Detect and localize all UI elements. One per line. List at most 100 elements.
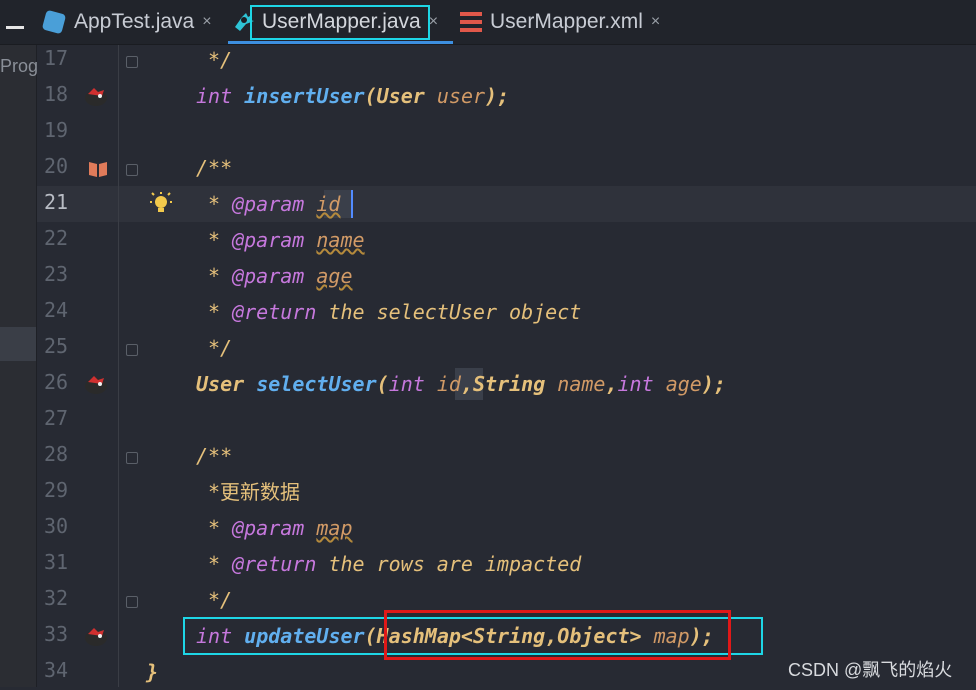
tab-highlight-box bbox=[250, 5, 430, 40]
tab-label: AppTest.java bbox=[74, 10, 195, 33]
comment: /** bbox=[196, 444, 233, 468]
close-icon[interactable]: × bbox=[202, 13, 211, 31]
punct: ); bbox=[485, 84, 510, 108]
fold-marker[interactable] bbox=[126, 452, 138, 464]
comment: * bbox=[208, 300, 221, 324]
comment: * bbox=[208, 516, 221, 540]
line-number: 22 bbox=[44, 226, 69, 250]
editor-tab-bar: AppTest.java × UserMapper.java × UserMap… bbox=[0, 0, 976, 45]
code-line-28[interactable]: /** bbox=[196, 438, 232, 474]
code-line-30[interactable]: * @param map bbox=[208, 510, 353, 546]
keyword: int bbox=[196, 84, 233, 108]
javadoc-param: age bbox=[316, 264, 353, 288]
line-number: 31 bbox=[44, 550, 69, 574]
code-line-21[interactable]: * @param id bbox=[208, 186, 340, 222]
java-class-icon bbox=[41, 9, 67, 35]
fold-marker[interactable] bbox=[126, 596, 138, 608]
current-line-highlight bbox=[37, 186, 976, 222]
punct: ( bbox=[364, 84, 377, 108]
type-name: User bbox=[196, 372, 245, 396]
line-number: 28 bbox=[44, 442, 69, 466]
line-number: 24 bbox=[44, 298, 69, 322]
fold-guide bbox=[118, 45, 119, 687]
close-icon[interactable]: × bbox=[429, 13, 438, 31]
xml-file-icon bbox=[460, 12, 482, 32]
project-tool-strip bbox=[0, 45, 37, 687]
punct: ); bbox=[701, 372, 726, 396]
comment: */ bbox=[208, 588, 233, 612]
javadoc-tag: @param bbox=[232, 228, 305, 252]
code-line-26[interactable]: User selectUser(int id,String name,int a… bbox=[196, 366, 726, 402]
code-line-31[interactable]: * @return the rows are impacted bbox=[208, 546, 581, 582]
code-line-17[interactable]: */ bbox=[208, 42, 232, 78]
line-number: 27 bbox=[44, 406, 69, 430]
code-line-18[interactable]: int insertUser(User user); bbox=[196, 78, 509, 114]
line-number: 26 bbox=[44, 370, 69, 394]
line-number: 25 bbox=[44, 334, 69, 358]
comment: * bbox=[208, 228, 221, 252]
comment: *更新数据 bbox=[208, 480, 301, 504]
line-number: 23 bbox=[44, 262, 69, 286]
line-number-current: 21 bbox=[44, 190, 69, 214]
tab-label: UserMapper.xml bbox=[490, 10, 643, 33]
lightbulb-icon[interactable] bbox=[150, 192, 172, 216]
code-line-20[interactable]: /** bbox=[196, 150, 232, 186]
comment-text: the selectUser object bbox=[328, 300, 582, 324]
fold-marker[interactable] bbox=[126, 344, 138, 356]
code-line-24[interactable]: * @return the selectUser object bbox=[208, 294, 581, 330]
type-name: User bbox=[376, 84, 425, 108]
annotation-box-red bbox=[384, 610, 731, 660]
keyword: int bbox=[617, 372, 654, 396]
keyword: int bbox=[388, 372, 425, 396]
code-line-25[interactable]: */ bbox=[208, 330, 232, 366]
punct: , bbox=[605, 372, 618, 396]
text-caret bbox=[351, 190, 353, 218]
punct: ( bbox=[376, 372, 389, 396]
param-name: user bbox=[436, 84, 486, 108]
tab-usermapper-xml[interactable]: UserMapper.xml × bbox=[460, 0, 660, 44]
code-line-23[interactable]: * @param age bbox=[208, 258, 353, 294]
comment: * bbox=[208, 264, 221, 288]
line-number: 20 bbox=[44, 154, 69, 178]
param-name: name bbox=[557, 372, 606, 396]
line-number: 18 bbox=[44, 82, 69, 106]
close-icon[interactable]: × bbox=[651, 13, 660, 31]
comment: * bbox=[208, 192, 221, 216]
param-name: age bbox=[665, 372, 702, 396]
mybatis-navigate-icon[interactable] bbox=[82, 84, 110, 108]
comment: /** bbox=[196, 156, 233, 180]
punct: , bbox=[460, 372, 473, 396]
collapse-icon[interactable] bbox=[6, 26, 24, 29]
tab-apptest-java[interactable]: AppTest.java × bbox=[41, 0, 212, 44]
comment-text: the rows are impacted bbox=[328, 552, 582, 576]
line-number: 32 bbox=[44, 586, 69, 610]
code-line-22[interactable]: * @param name bbox=[208, 222, 365, 258]
line-number: 19 bbox=[44, 118, 69, 142]
line-number: 34 bbox=[44, 658, 69, 682]
mybatis-navigate-icon[interactable] bbox=[82, 372, 110, 396]
project-panel-label[interactable]: Prog bbox=[0, 56, 38, 77]
fold-marker[interactable] bbox=[126, 164, 138, 176]
type-name: String bbox=[473, 372, 546, 396]
code-line-32[interactable]: */ bbox=[208, 582, 232, 618]
watermark: CSDN @飘飞的焰火 bbox=[788, 660, 953, 680]
code-line-34[interactable]: } bbox=[146, 654, 158, 690]
active-tab-indicator bbox=[228, 41, 453, 44]
comment: * bbox=[208, 552, 221, 576]
javadoc-tag: @param bbox=[232, 516, 305, 540]
line-number: 29 bbox=[44, 478, 69, 502]
line-number: 33 bbox=[44, 622, 69, 646]
mybatis-navigate-icon[interactable] bbox=[82, 624, 110, 648]
param-name: id bbox=[436, 372, 461, 396]
closing-brace: } bbox=[146, 660, 159, 684]
fold-marker[interactable] bbox=[126, 56, 138, 68]
method-name: insertUser bbox=[244, 84, 365, 108]
javadoc-tag: @return bbox=[232, 300, 317, 324]
javadoc-param: name bbox=[316, 228, 365, 252]
javadoc-tag: @param bbox=[232, 192, 305, 216]
code-line-29[interactable]: *更新数据 bbox=[208, 474, 300, 510]
selected-item-highlight bbox=[0, 327, 36, 361]
book-icon[interactable] bbox=[88, 160, 108, 178]
javadoc-param: id bbox=[316, 192, 341, 216]
line-number: 17 bbox=[44, 46, 69, 70]
